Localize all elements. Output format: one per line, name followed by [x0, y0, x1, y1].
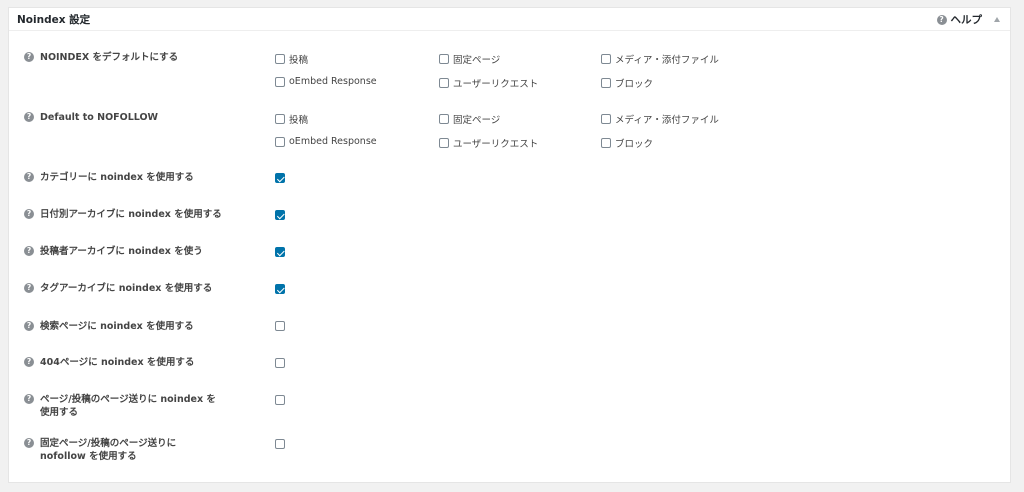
noindex-page-checkbox[interactable]: 固定ページ: [439, 52, 500, 66]
paginated-noindex-checkbox[interactable]: [275, 395, 285, 405]
help-link[interactable]: ? ヘルプ: [936, 12, 983, 27]
author-archive-noindex-label: ? 投稿者アーカイブに noindex を使う: [24, 245, 203, 258]
category-noindex-label: ? カテゴリーに noindex を使用する: [24, 171, 194, 184]
help-icon[interactable]: ?: [24, 246, 34, 256]
nofollow-default-label: ? Default to NOFOLLOW: [24, 111, 158, 124]
tag-archive-noindex-label: ? タグアーカイブに noindex を使用する: [24, 282, 212, 295]
nofollow-oembed-checkbox[interactable]: oEmbed Response: [275, 136, 377, 147]
nofollow-block-checkbox[interactable]: ブロック: [601, 136, 653, 150]
help-icon[interactable]: ?: [24, 438, 34, 448]
help-icon: ?: [936, 14, 947, 25]
tag-archive-noindex-checkbox[interactable]: [275, 284, 285, 294]
help-icon[interactable]: ?: [24, 321, 34, 331]
noindex-default-label: ? NOINDEX をデフォルトにする: [24, 51, 178, 64]
panel-title: Noindex 設定: [17, 14, 91, 26]
page-404-noindex-label: ? 404ページに noindex を使用する: [24, 356, 194, 369]
search-page-noindex-label: ? 検索ページに noindex を使用する: [24, 320, 194, 333]
help-icon[interactable]: ?: [24, 357, 34, 367]
noindex-settings-panel: Noindex 設定 ? ヘルプ ? NOINDEX をデフォルトにする 投稿 …: [8, 7, 1011, 483]
noindex-user-request-checkbox[interactable]: ユーザーリクエスト: [439, 76, 538, 90]
nofollow-media-checkbox[interactable]: メディア・添付ファイル: [601, 112, 719, 126]
nofollow-post-checkbox[interactable]: 投稿: [275, 112, 308, 126]
date-archive-noindex-label: ? 日付別アーカイブに noindex を使用する: [24, 208, 222, 221]
paginated-noindex-label: ? ページ/投稿のページ送りに noindex を使用する: [24, 393, 224, 419]
noindex-block-checkbox[interactable]: ブロック: [601, 76, 653, 90]
paginated-nofollow-checkbox[interactable]: [275, 439, 285, 449]
panel-header: Noindex 設定 ? ヘルプ: [9, 8, 1010, 31]
noindex-oembed-checkbox[interactable]: oEmbed Response: [275, 76, 377, 87]
noindex-media-checkbox[interactable]: メディア・添付ファイル: [601, 52, 719, 66]
nofollow-page-checkbox[interactable]: 固定ページ: [439, 112, 500, 126]
help-icon[interactable]: ?: [24, 283, 34, 293]
noindex-post-checkbox[interactable]: 投稿: [275, 52, 308, 66]
paginated-nofollow-label: ? 固定ページ/投稿のページ送りに nofollow を使用する: [24, 437, 194, 463]
author-archive-noindex-checkbox[interactable]: [275, 247, 285, 257]
help-icon[interactable]: ?: [24, 172, 34, 182]
help-icon[interactable]: ?: [24, 209, 34, 219]
help-icon[interactable]: ?: [24, 394, 34, 404]
date-archive-noindex-checkbox[interactable]: [275, 210, 285, 220]
help-icon[interactable]: ?: [24, 52, 34, 62]
collapse-toggle-icon[interactable]: [994, 17, 1000, 22]
search-page-noindex-checkbox[interactable]: [275, 321, 285, 331]
nofollow-user-request-checkbox[interactable]: ユーザーリクエスト: [439, 136, 538, 150]
category-noindex-checkbox[interactable]: [275, 173, 285, 183]
help-label: ヘルプ: [950, 14, 983, 26]
help-icon[interactable]: ?: [24, 112, 34, 122]
page-404-noindex-checkbox[interactable]: [275, 358, 285, 368]
